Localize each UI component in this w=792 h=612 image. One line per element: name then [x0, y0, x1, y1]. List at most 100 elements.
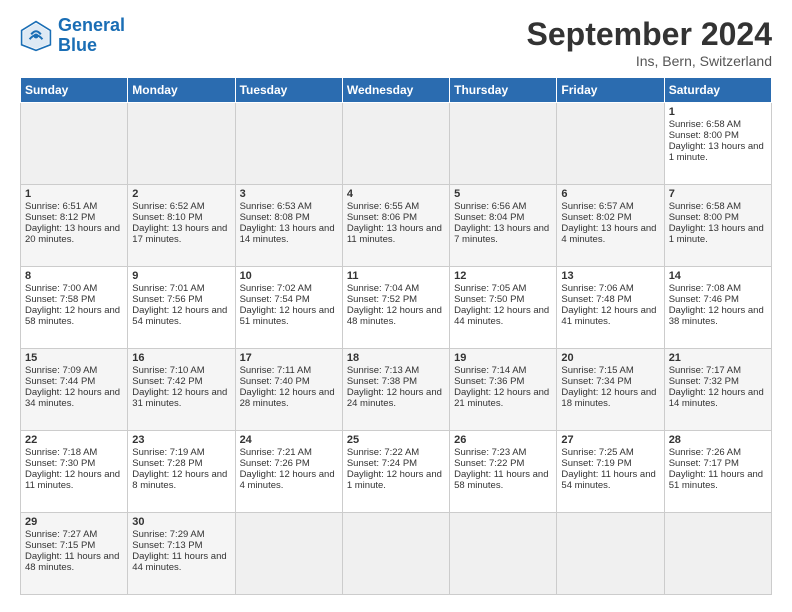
- sunrise-text: Sunrise: 7:14 AM: [454, 365, 552, 376]
- table-row: 21Sunrise: 7:17 AMSunset: 7:32 PMDayligh…: [664, 349, 771, 431]
- table-row: 2Sunrise: 6:52 AMSunset: 8:10 PMDaylight…: [128, 185, 235, 267]
- daylight-text: Daylight: 12 hours and 54 minutes.: [132, 305, 230, 327]
- calendar-week-row: 8Sunrise: 7:00 AMSunset: 7:58 PMDaylight…: [21, 267, 772, 349]
- month-title: September 2024: [527, 16, 772, 53]
- sunrise-text: Sunrise: 7:27 AM: [25, 529, 123, 540]
- daylight-text: Daylight: 13 hours and 20 minutes.: [25, 223, 123, 245]
- sunrise-text: Sunrise: 7:06 AM: [561, 283, 659, 294]
- sunset-text: Sunset: 8:00 PM: [669, 212, 767, 223]
- daylight-text: Daylight: 12 hours and 11 minutes.: [25, 469, 123, 491]
- table-row: 7Sunrise: 6:58 AMSunset: 8:00 PMDaylight…: [664, 185, 771, 267]
- calendar-week-row: 1Sunrise: 6:58 AMSunset: 8:00 PMDaylight…: [21, 103, 772, 185]
- day-number: 15: [25, 352, 123, 364]
- table-row: [450, 513, 557, 595]
- day-number: 4: [347, 188, 445, 200]
- daylight-text: Daylight: 12 hours and 24 minutes.: [347, 387, 445, 409]
- table-row: 8Sunrise: 7:00 AMSunset: 7:58 PMDaylight…: [21, 267, 128, 349]
- table-row: 6Sunrise: 6:57 AMSunset: 8:02 PMDaylight…: [557, 185, 664, 267]
- daylight-text: Daylight: 12 hours and 41 minutes.: [561, 305, 659, 327]
- sunset-text: Sunset: 7:46 PM: [669, 294, 767, 305]
- daylight-text: Daylight: 11 hours and 48 minutes.: [25, 551, 123, 573]
- calendar-week-row: 1Sunrise: 6:51 AMSunset: 8:12 PMDaylight…: [21, 185, 772, 267]
- sunrise-text: Sunrise: 7:18 AM: [25, 447, 123, 458]
- table-row: [557, 513, 664, 595]
- sunrise-text: Sunrise: 7:13 AM: [347, 365, 445, 376]
- location: Ins, Bern, Switzerland: [527, 53, 772, 69]
- calendar-week-row: 15Sunrise: 7:09 AMSunset: 7:44 PMDayligh…: [21, 349, 772, 431]
- sunrise-text: Sunrise: 7:05 AM: [454, 283, 552, 294]
- sunset-text: Sunset: 8:04 PM: [454, 212, 552, 223]
- sunset-text: Sunset: 8:10 PM: [132, 212, 230, 223]
- sunset-text: Sunset: 7:13 PM: [132, 540, 230, 551]
- daylight-text: Daylight: 12 hours and 58 minutes.: [25, 305, 123, 327]
- logo-text: General Blue: [58, 16, 125, 56]
- table-row: [557, 103, 664, 185]
- table-row: 26Sunrise: 7:23 AMSunset: 7:22 PMDayligh…: [450, 431, 557, 513]
- day-number: 10: [240, 270, 338, 282]
- day-number: 19: [454, 352, 552, 364]
- day-number: 17: [240, 352, 338, 364]
- sunset-text: Sunset: 7:36 PM: [454, 376, 552, 387]
- sunset-text: Sunset: 7:50 PM: [454, 294, 552, 305]
- sunrise-text: Sunrise: 7:15 AM: [561, 365, 659, 376]
- daylight-text: Daylight: 12 hours and 44 minutes.: [454, 305, 552, 327]
- col-friday: Friday: [557, 78, 664, 103]
- day-number: 26: [454, 434, 552, 446]
- sunrise-text: Sunrise: 6:58 AM: [669, 201, 767, 212]
- daylight-text: Daylight: 13 hours and 14 minutes.: [240, 223, 338, 245]
- sunset-text: Sunset: 8:08 PM: [240, 212, 338, 223]
- daylight-text: Daylight: 13 hours and 7 minutes.: [454, 223, 552, 245]
- sunset-text: Sunset: 7:42 PM: [132, 376, 230, 387]
- table-row: 22Sunrise: 7:18 AMSunset: 7:30 PMDayligh…: [21, 431, 128, 513]
- table-row: [342, 513, 449, 595]
- table-row: [342, 103, 449, 185]
- table-row: 18Sunrise: 7:13 AMSunset: 7:38 PMDayligh…: [342, 349, 449, 431]
- daylight-text: Daylight: 12 hours and 4 minutes.: [240, 469, 338, 491]
- daylight-text: Daylight: 12 hours and 28 minutes.: [240, 387, 338, 409]
- daylight-text: Daylight: 12 hours and 48 minutes.: [347, 305, 445, 327]
- table-row: 23Sunrise: 7:19 AMSunset: 7:28 PMDayligh…: [128, 431, 235, 513]
- table-row: 30Sunrise: 7:29 AMSunset: 7:13 PMDayligh…: [128, 513, 235, 595]
- sunrise-text: Sunrise: 6:57 AM: [561, 201, 659, 212]
- daylight-text: Daylight: 12 hours and 21 minutes.: [454, 387, 552, 409]
- daylight-text: Daylight: 11 hours and 51 minutes.: [669, 469, 767, 491]
- table-row: 16Sunrise: 7:10 AMSunset: 7:42 PMDayligh…: [128, 349, 235, 431]
- calendar: Sunday Monday Tuesday Wednesday Thursday…: [20, 77, 772, 595]
- col-sunday: Sunday: [21, 78, 128, 103]
- sunset-text: Sunset: 7:22 PM: [454, 458, 552, 469]
- sunset-text: Sunset: 7:17 PM: [669, 458, 767, 469]
- sunset-text: Sunset: 7:58 PM: [25, 294, 123, 305]
- col-thursday: Thursday: [450, 78, 557, 103]
- daylight-text: Daylight: 12 hours and 14 minutes.: [669, 387, 767, 409]
- sunrise-text: Sunrise: 7:02 AM: [240, 283, 338, 294]
- day-number: 9: [132, 270, 230, 282]
- table-row: 14Sunrise: 7:08 AMSunset: 7:46 PMDayligh…: [664, 267, 771, 349]
- table-row: [235, 513, 342, 595]
- table-row: 10Sunrise: 7:02 AMSunset: 7:54 PMDayligh…: [235, 267, 342, 349]
- sunset-text: Sunset: 7:24 PM: [347, 458, 445, 469]
- daylight-text: Daylight: 13 hours and 1 minute.: [669, 223, 767, 245]
- sunset-text: Sunset: 8:06 PM: [347, 212, 445, 223]
- day-number: 7: [669, 188, 767, 200]
- day-number: 22: [25, 434, 123, 446]
- daylight-text: Daylight: 11 hours and 58 minutes.: [454, 469, 552, 491]
- sunset-text: Sunset: 7:54 PM: [240, 294, 338, 305]
- sunrise-text: Sunrise: 6:52 AM: [132, 201, 230, 212]
- sunset-text: Sunset: 7:34 PM: [561, 376, 659, 387]
- sunrise-text: Sunrise: 7:26 AM: [669, 447, 767, 458]
- sunrise-text: Sunrise: 7:08 AM: [669, 283, 767, 294]
- day-number: 16: [132, 352, 230, 364]
- sunrise-text: Sunrise: 6:51 AM: [25, 201, 123, 212]
- table-row: 29Sunrise: 7:27 AMSunset: 7:15 PMDayligh…: [21, 513, 128, 595]
- daylight-text: Daylight: 12 hours and 8 minutes.: [132, 469, 230, 491]
- logo-icon: [20, 20, 52, 52]
- table-row: 3Sunrise: 6:53 AMSunset: 8:08 PMDaylight…: [235, 185, 342, 267]
- sunrise-text: Sunrise: 7:29 AM: [132, 529, 230, 540]
- day-number: 18: [347, 352, 445, 364]
- calendar-week-row: 22Sunrise: 7:18 AMSunset: 7:30 PMDayligh…: [21, 431, 772, 513]
- day-number: 12: [454, 270, 552, 282]
- table-row: 5Sunrise: 6:56 AMSunset: 8:04 PMDaylight…: [450, 185, 557, 267]
- sunrise-text: Sunrise: 6:56 AM: [454, 201, 552, 212]
- table-row: [128, 103, 235, 185]
- sunrise-text: Sunrise: 7:09 AM: [25, 365, 123, 376]
